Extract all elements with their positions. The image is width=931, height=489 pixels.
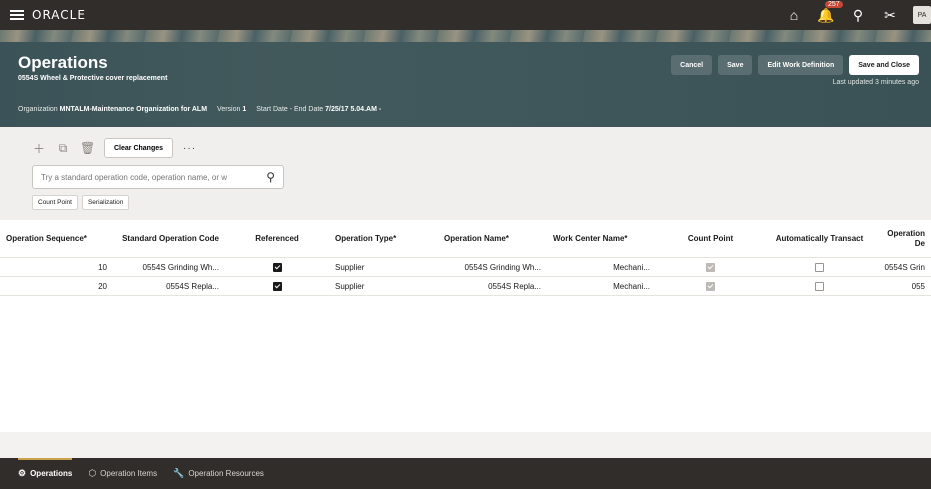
decorative-banner-pattern <box>0 30 931 42</box>
cube-icon: ⬡ <box>88 468 97 478</box>
table-row[interactable]: 10 0554S Grinding Wh... Supplier 0554S G… <box>0 258 931 277</box>
referenced-cell <box>225 262 329 272</box>
table-header-row: Operation Sequence* Standard Operation C… <box>0 220 931 258</box>
tools-icon[interactable]: ✂ <box>881 7 899 24</box>
column-header[interactable]: Operation Sequence* <box>0 234 113 244</box>
work-center-name-cell[interactable]: Mechani... <box>547 282 656 291</box>
menu-icon[interactable] <box>10 10 24 20</box>
operation-sequence-cell[interactable]: 20 <box>0 282 113 291</box>
favorites-icon[interactable]: ⚲ <box>849 7 867 24</box>
more-actions-icon[interactable]: ··· <box>183 143 196 154</box>
tab-operations[interactable]: ⚙ Operations <box>18 458 73 489</box>
tab-label: Operation Resources <box>188 469 264 478</box>
page-subtitle: 0554S Wheel & Protective cover replaceme… <box>18 75 168 82</box>
operation-name-cell[interactable]: 0554S Repla... <box>438 282 547 291</box>
standard-operation-code-cell[interactable]: 0554S Grinding Wh... <box>113 263 225 272</box>
page-header: Operations 0554S Wheel & Protective cove… <box>0 30 931 127</box>
dates-info: Start Date - End Date 7/25/17 5.04.AM - <box>256 106 382 113</box>
referenced-cell <box>225 281 329 291</box>
add-icon[interactable]: ＋ <box>32 140 46 157</box>
operation-type-cell[interactable]: Supplier <box>329 263 438 272</box>
search-icon[interactable]: ⚲ <box>266 170 283 184</box>
duplicate-icon[interactable]: ⧉ <box>56 141 70 156</box>
toolbar-area: ＋ ⧉ 🗑 Clear Changes ··· ⚲ Count Point Se… <box>0 127 931 220</box>
count-point-cell <box>656 262 765 272</box>
referenced-checkbox[interactable] <box>272 262 282 272</box>
auto-transact-cell <box>765 281 874 291</box>
footer-spacer <box>0 432 931 458</box>
notifications-icon[interactable]: 🔔 257 <box>817 0 843 24</box>
operation-type-cell[interactable]: Supplier <box>329 282 438 291</box>
user-avatar[interactable]: PA <box>913 6 931 24</box>
home-icon[interactable]: ⌂ <box>785 7 803 23</box>
count-point-cell <box>656 281 765 291</box>
count-point-checkbox <box>706 281 715 291</box>
column-header[interactable]: Referenced <box>225 234 329 244</box>
edit-work-definition-button[interactable]: Edit Work Definition <box>758 55 844 75</box>
standard-operation-code-cell[interactable]: 0554S Repla... <box>113 282 225 291</box>
operation-description-cell[interactable]: 0554S Grin <box>874 263 931 272</box>
filter-chip-serialization[interactable]: Serialization <box>81 195 130 210</box>
column-header[interactable]: Automatically Transact <box>765 234 874 244</box>
organization-info: Organization MNTALM-Maintenance Organiza… <box>18 106 208 113</box>
column-header[interactable]: Work Center Name* <box>547 234 656 244</box>
column-header[interactable]: Operation De <box>874 229 931 249</box>
version-info: Version 1 <box>217 106 247 113</box>
search-box: ⚲ <box>32 165 284 189</box>
notification-badge: 257 <box>825 0 843 8</box>
referenced-checkbox[interactable] <box>272 281 282 291</box>
table-row[interactable]: 20 0554S Repla... Supplier 0554S Repla..… <box>0 277 931 296</box>
auto-transact-cell <box>765 262 874 272</box>
operation-description-cell[interactable]: 055 <box>874 282 931 291</box>
header-meta: Organization MNTALM-Maintenance Organiza… <box>18 106 381 113</box>
column-header[interactable]: Count Point <box>656 234 765 244</box>
auto-transact-checkbox[interactable] <box>815 262 824 272</box>
page-title: Operations <box>18 53 108 72</box>
operations-icon: ⚙ <box>18 468 27 478</box>
operation-sequence-cell[interactable]: 10 <box>0 263 113 272</box>
last-updated-text: Last updated 3 minutes ago <box>832 79 919 86</box>
search-input[interactable] <box>33 172 267 182</box>
save-and-close-button[interactable]: Save and Close <box>849 55 919 75</box>
wrench-icon: 🔧 <box>173 468 185 478</box>
delete-icon[interactable]: 🗑 <box>80 141 95 155</box>
bottom-tab-bar: ⚙ Operations ⬡ Operation Items 🔧 Operati… <box>0 458 931 489</box>
operations-table: Operation Sequence* Standard Operation C… <box>0 220 931 296</box>
column-header[interactable]: Standard Operation Code <box>113 234 225 244</box>
column-header[interactable]: Operation Type* <box>329 234 438 244</box>
tab-label: Operation Items <box>100 469 158 478</box>
global-header: ORACLE ⌂ 🔔 257 ⚲ ✂ PA <box>0 0 931 30</box>
work-center-name-cell[interactable]: Mechani... <box>547 263 656 272</box>
save-button[interactable]: Save <box>718 55 753 75</box>
count-point-checkbox <box>706 262 715 272</box>
auto-transact-checkbox[interactable] <box>815 281 824 291</box>
clear-changes-button[interactable]: Clear Changes <box>104 138 174 158</box>
tab-operation-resources[interactable]: 🔧 Operation Resources <box>173 458 264 489</box>
column-header[interactable]: Operation Name* <box>438 234 547 244</box>
filter-chip-count-point[interactable]: Count Point <box>32 195 78 210</box>
tab-label: Operations <box>30 469 73 478</box>
operation-name-cell[interactable]: 0554S Grinding Wh... <box>438 263 547 272</box>
oracle-logo[interactable]: ORACLE <box>32 8 86 22</box>
tab-operation-items[interactable]: ⬡ Operation Items <box>88 458 157 489</box>
cancel-button[interactable]: Cancel <box>671 55 713 75</box>
